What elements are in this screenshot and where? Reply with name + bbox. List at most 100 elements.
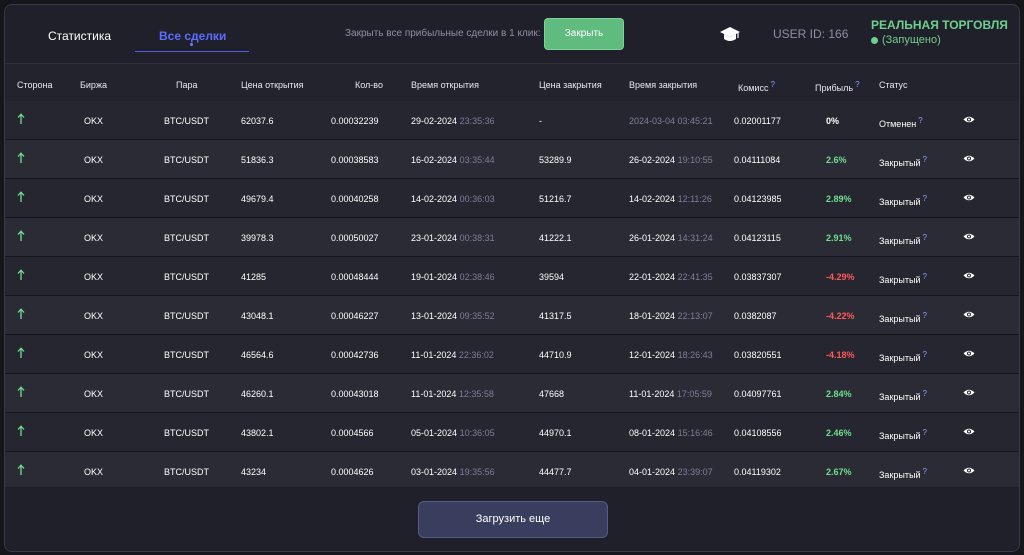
open-date: 05-01-2024 xyxy=(411,428,458,438)
qty-cell: 0.00046227 xyxy=(331,311,379,321)
close-all-button[interactable]: Закрыть xyxy=(544,18,624,50)
close-date: 26-01-2024 xyxy=(629,233,676,243)
eye-icon[interactable] xyxy=(963,349,975,358)
open-date: 14-02-2024 xyxy=(411,194,458,204)
eye-icon[interactable] xyxy=(963,193,975,202)
profit-help-icon[interactable]: ? xyxy=(855,80,859,89)
close-time-cell: 26-02-2024 19:10:55 xyxy=(629,155,713,165)
pair-cell: BTC/USDT xyxy=(164,272,209,282)
close-time-cell: 14-02-2024 12:11:26 xyxy=(629,194,712,204)
eye-icon[interactable] xyxy=(963,466,975,475)
qty-cell: 0.00050027 xyxy=(331,233,379,243)
open-date: 23-01-2024 xyxy=(411,233,458,243)
status-help-icon[interactable]: ? xyxy=(922,389,926,398)
eye-icon[interactable] xyxy=(963,427,975,436)
arrow-up-icon xyxy=(17,425,25,436)
profit-cell: 2.67% xyxy=(826,467,852,477)
open-time-cell: 03-01-2024 19:35:56 xyxy=(411,467,495,477)
close-time-cell: 22-01-2024 22:41:35 xyxy=(629,272,713,282)
close-time-cell: 08-01-2024 15:16:46 xyxy=(629,428,713,438)
status-help-icon[interactable]: ? xyxy=(922,194,926,203)
top-bar: Статистика Все сделки Закрыть все прибыл… xyxy=(5,5,1019,63)
status-help-icon[interactable]: ? xyxy=(922,233,926,242)
pair-cell: BTC/USDT xyxy=(164,350,209,360)
open-time-cell: 11-01-2024 12:35:58 xyxy=(411,389,494,399)
tab-statistics[interactable]: Статистика xyxy=(48,29,111,43)
table-row: OKX BTC/USDT 49679.4 0.00040258 14-02-2024 0… xyxy=(5,179,1019,218)
status-cell: Закрытый? xyxy=(879,194,927,207)
eye-icon[interactable] xyxy=(963,388,975,397)
close-all-label: Закрыть все прибыльные сделки в 1 клик: xyxy=(345,28,541,39)
open-price-cell: 43802.1 xyxy=(241,428,274,438)
arrow-up-icon xyxy=(17,269,25,280)
open-time: 19:35:56 xyxy=(459,467,495,477)
active-tab-underline xyxy=(135,51,249,52)
close-date: 12-01-2024 xyxy=(629,350,676,360)
tab-all-deals[interactable]: Все сделки xyxy=(159,29,226,43)
load-more-button[interactable]: Загрузить еще xyxy=(418,501,608,538)
arrow-up-icon xyxy=(17,386,25,397)
status-cell: Закрытый? xyxy=(879,428,927,441)
qty-cell: 0.00040258 xyxy=(331,194,379,204)
eye-icon[interactable] xyxy=(963,232,975,241)
pair-cell: BTC/USDT xyxy=(164,428,209,438)
close-time: 22:13:07 xyxy=(677,311,713,321)
status-cell: Закрытый? xyxy=(879,233,927,246)
eye-icon[interactable] xyxy=(963,310,975,319)
qty-cell: 0.00042736 xyxy=(331,350,379,360)
status-cell: Закрытый? xyxy=(879,311,927,324)
close-date: 11-01-2024 xyxy=(629,389,675,399)
status-help-icon[interactable]: ? xyxy=(922,467,926,476)
status-help-icon[interactable]: ? xyxy=(922,272,926,281)
exchange-cell: OKX xyxy=(84,467,104,477)
status-text: Закрытый xyxy=(879,314,921,324)
open-time: 02:38:46 xyxy=(459,272,495,282)
col-open-time: Время открытия xyxy=(411,80,479,90)
graduation-cap-icon[interactable] xyxy=(719,26,741,44)
trades-table-body: OKX BTC/USDT 62037.6 0.00032239 29-02-2024 2… xyxy=(5,101,1019,491)
status-help-icon[interactable]: ? xyxy=(922,155,926,164)
arrow-up-icon xyxy=(17,464,25,475)
exchange-cell: OKX xyxy=(84,233,104,243)
profit-cell: -4.29% xyxy=(826,272,855,282)
col-open-price: Цена открытия xyxy=(241,80,304,90)
eye-icon[interactable] xyxy=(963,115,975,124)
pair-cell: BTC/USDT xyxy=(164,116,209,126)
fee-cell: 0.03837307 xyxy=(734,272,782,282)
profit-cell: -4.22% xyxy=(826,311,855,321)
close-price-cell: 47668 xyxy=(539,389,565,399)
col-side: Сторона xyxy=(17,80,53,90)
status-text: Отменен xyxy=(879,119,917,129)
eye-icon[interactable] xyxy=(963,154,975,163)
close-price-cell: 44710.9 xyxy=(539,350,572,360)
status-help-icon[interactable]: ? xyxy=(922,350,926,359)
status-text: Закрытый xyxy=(879,392,921,402)
profit-cell: 0% xyxy=(826,116,840,126)
open-time: 23:35:36 xyxy=(459,116,495,126)
close-price-cell: 41222.1 xyxy=(539,233,572,243)
close-price-cell: 53289.9 xyxy=(539,155,572,165)
status-text: Закрытый xyxy=(879,236,921,246)
status-help-icon[interactable]: ? xyxy=(922,311,926,320)
close-time-cell: 18-01-2024 22:13:07 xyxy=(629,311,713,321)
status-help-icon[interactable]: ? xyxy=(922,428,926,437)
profit-cell: -4.18% xyxy=(826,350,855,360)
open-time-cell: 11-01-2024 22:36:02 xyxy=(411,350,494,360)
close-time: 14:31:24 xyxy=(677,233,713,243)
pair-cell: BTC/USDT xyxy=(164,389,209,399)
fee-help-icon[interactable]: ? xyxy=(770,80,774,89)
user-id: USER ID: 166 xyxy=(773,27,849,41)
eye-icon[interactable] xyxy=(963,271,975,280)
open-time-cell: 29-02-2024 23:35:36 xyxy=(411,116,495,126)
status-text: Закрытый xyxy=(879,158,921,168)
arrow-up-icon xyxy=(17,308,25,319)
status-help-icon[interactable]: ? xyxy=(918,116,922,125)
col-fee: Комисс? xyxy=(738,80,775,93)
open-price-cell: 49679.4 xyxy=(241,194,274,204)
open-price-cell: 62037.6 xyxy=(241,116,274,126)
open-date: 16-02-2024 xyxy=(411,155,458,165)
open-date: 19-01-2024 xyxy=(411,272,458,282)
open-date: 11-01-2024 xyxy=(411,350,457,360)
open-time: 09:35:52 xyxy=(459,311,495,321)
status-cell: Закрытый? xyxy=(879,467,927,480)
